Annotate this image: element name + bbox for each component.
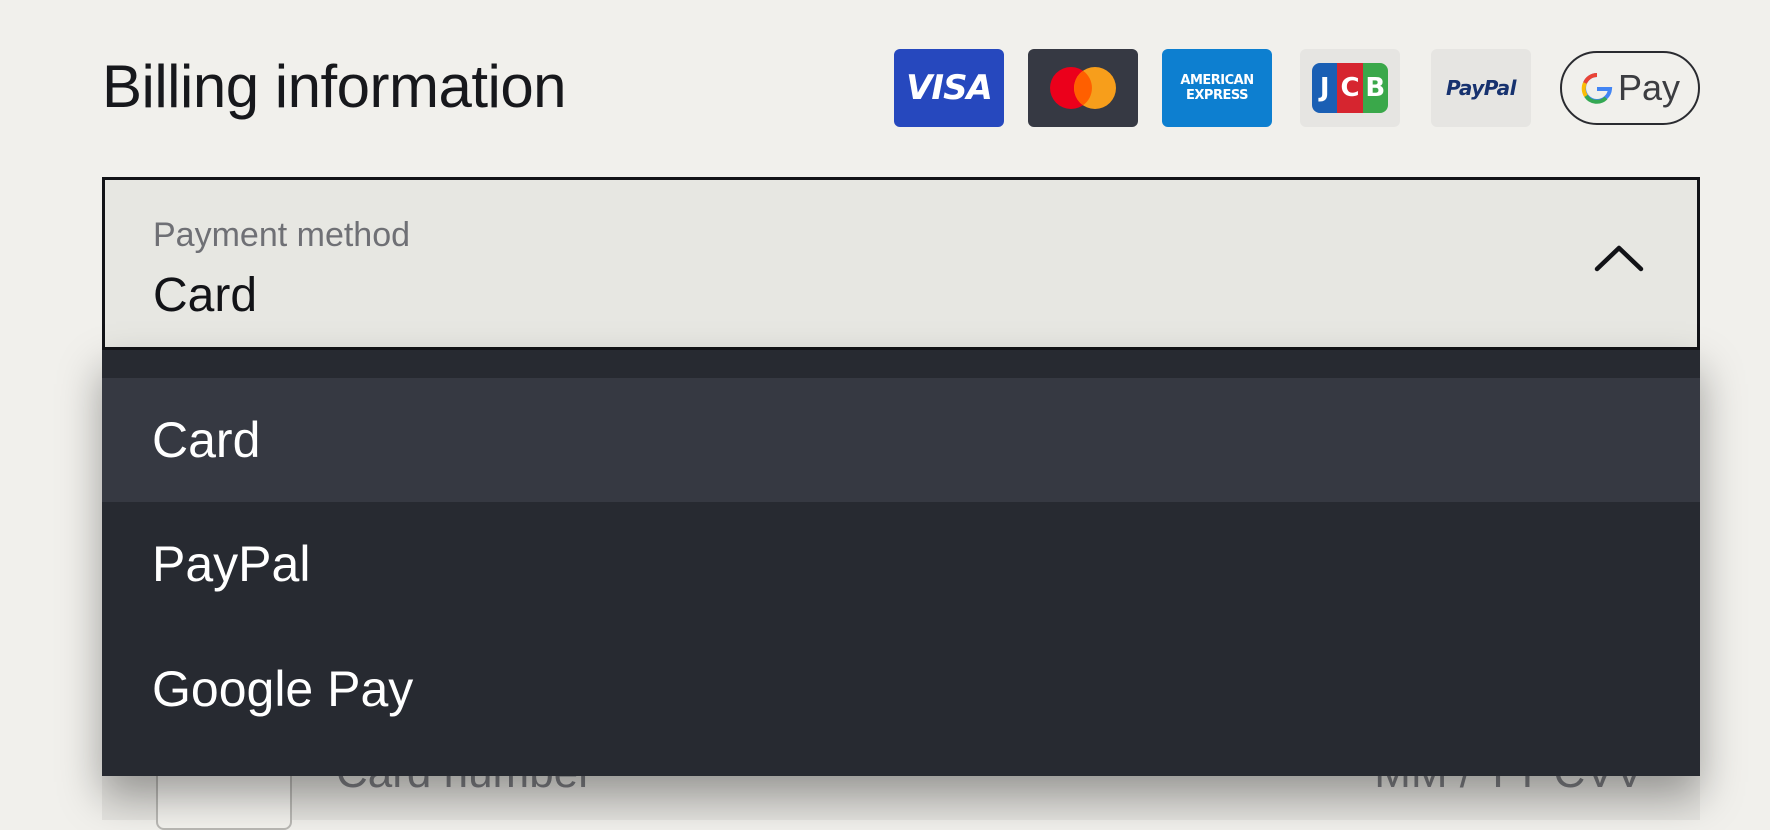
- paypal-logo-icon: PayPal: [1431, 49, 1531, 127]
- dropdown-option-paypal[interactable]: PayPal: [102, 502, 1700, 626]
- american-express-logo-icon: AMERICAN EXPRESS: [1162, 49, 1272, 127]
- payment-method-label: Payment method: [153, 216, 411, 254]
- payment-method-selected-value: Card: [153, 269, 258, 322]
- paypal-logo-text: PayPal: [1445, 76, 1517, 100]
- page-title: Billing information: [102, 53, 567, 120]
- accepted-payment-logos: VISA AMERICAN EXPRESS J C B PayPal Pay: [894, 49, 1700, 127]
- dropdown-option-google-pay[interactable]: Google Pay: [102, 627, 1700, 751]
- visa-logo-icon: VISA: [894, 49, 1004, 127]
- amex-logo-text: AMERICAN EXPRESS: [1180, 73, 1254, 103]
- google-pay-logo-text: Pay: [1617, 67, 1681, 108]
- payment-method-dropdown: Card PayPal Google Pay: [102, 350, 1700, 776]
- visa-logo-text: VISA: [906, 68, 993, 108]
- chevron-up-icon[interactable]: [1593, 243, 1645, 273]
- mastercard-circles-icon: [1050, 67, 1116, 109]
- mastercard-logo-icon: [1028, 49, 1138, 127]
- dropdown-option-card[interactable]: Card: [102, 378, 1700, 502]
- payment-method-select[interactable]: Payment method Card: [102, 177, 1700, 350]
- google-pay-logo-icon: Pay: [1560, 51, 1700, 125]
- google-g-icon: [1581, 73, 1613, 104]
- jcb-logo-icon: J C B: [1300, 49, 1400, 127]
